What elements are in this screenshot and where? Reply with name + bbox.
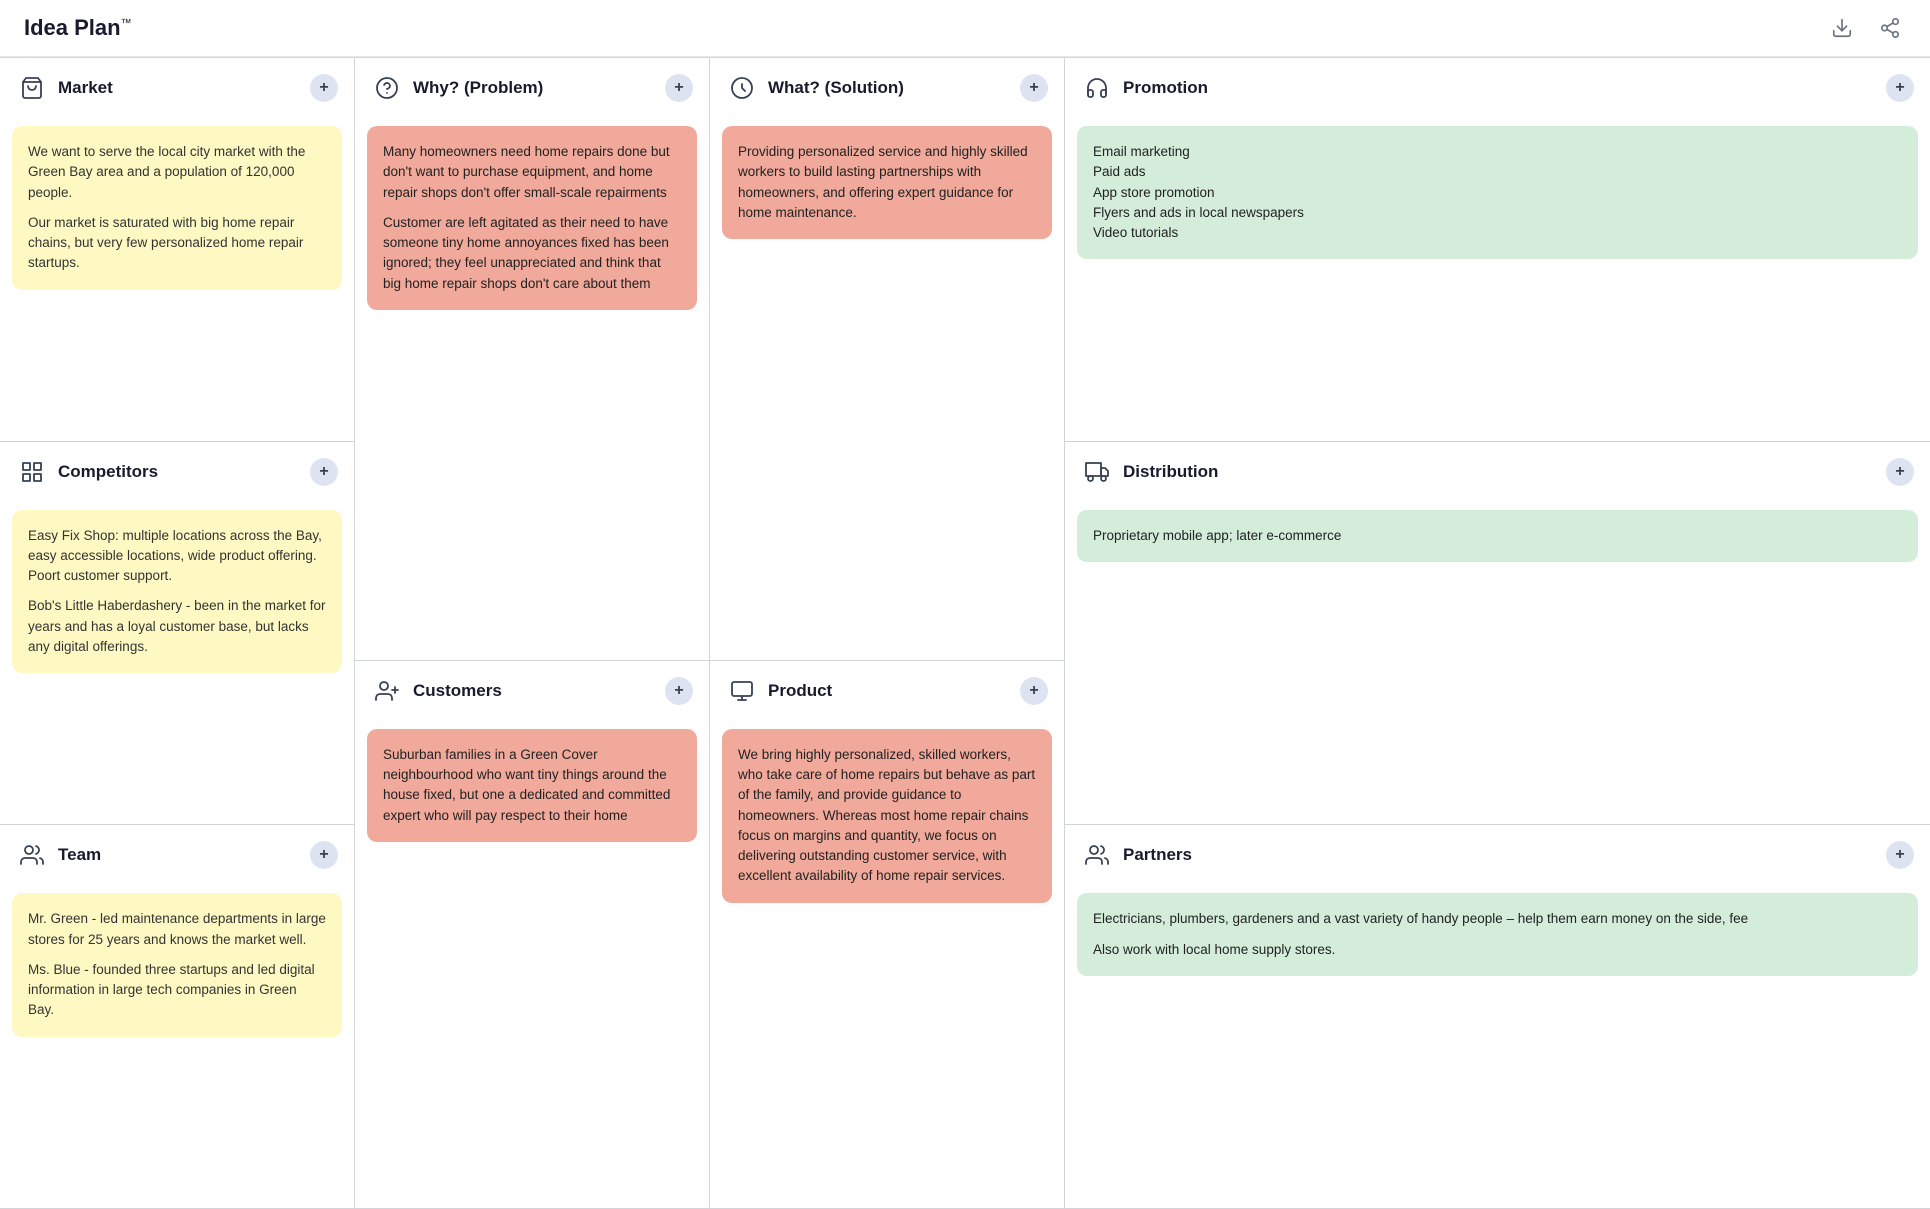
why-problem-card: Many homeowners need home repairs done b… (367, 126, 697, 310)
product-card: We bring highly personalized, skilled wo… (722, 729, 1052, 903)
market-title: Market (58, 78, 300, 98)
customers-icon (371, 675, 403, 707)
promotion-content: Email marketingPaid adsApp store promoti… (1065, 118, 1930, 441)
distribution-card: Proprietary mobile app; later e-commerce (1077, 510, 1918, 562)
column-right: Promotion + Email marketingPaid adsApp s… (1065, 58, 1930, 1209)
competitors-card: Easy Fix Shop: multiple locations across… (12, 510, 342, 674)
market-content: We want to serve the local city market w… (0, 118, 354, 441)
market-icon (16, 72, 48, 104)
promotion-add-button[interactable]: + (1886, 74, 1914, 102)
header-icons (1826, 12, 1906, 44)
partners-card: Electricians, plumbers, gardeners and a … (1077, 893, 1918, 976)
customers-title: Customers (413, 681, 655, 701)
promotion-icon (1081, 72, 1113, 104)
customers-card: Suburban families in a Green Cover neigh… (367, 729, 697, 842)
section-product: Product + We bring highly personalized, … (710, 661, 1064, 1209)
partners-content: Electricians, plumbers, gardeners and a … (1065, 885, 1930, 1208)
team-title: Team (58, 845, 300, 865)
what-solution-card: Providing personalized service and highl… (722, 126, 1052, 239)
why-problem-content: Many homeowners need home repairs done b… (355, 118, 709, 660)
column-middle-left: Why? (Problem) + Many homeowners need ho… (355, 58, 710, 1209)
section-what-solution: What? (Solution) + Providing personalize… (710, 58, 1064, 661)
section-market: Market + We want to serve the local city… (0, 58, 354, 442)
distribution-add-button[interactable]: + (1886, 458, 1914, 486)
section-partners: Partners + Electricians, plumbers, garde… (1065, 825, 1930, 1209)
competitors-content: Easy Fix Shop: multiple locations across… (0, 502, 354, 825)
team-icon (16, 839, 48, 871)
distribution-header: Distribution + (1065, 442, 1930, 502)
product-icon (726, 675, 758, 707)
section-promotion: Promotion + Email marketingPaid adsApp s… (1065, 58, 1930, 442)
section-why-problem: Why? (Problem) + Many homeowners need ho… (355, 58, 709, 661)
distribution-content: Proprietary mobile app; later e-commerce (1065, 502, 1930, 825)
share-button[interactable] (1874, 12, 1906, 44)
competitors-header: Competitors + (0, 442, 354, 502)
section-distribution: Distribution + Proprietary mobile app; l… (1065, 442, 1930, 826)
app-header: Idea Plan™ (0, 0, 1930, 57)
promotion-card: Email marketingPaid adsApp store promoti… (1077, 126, 1918, 259)
team-add-button[interactable]: + (310, 841, 338, 869)
team-content: Mr. Green - led maintenance departments … (0, 885, 354, 1208)
market-card: We want to serve the local city market w… (12, 126, 342, 290)
what-solution-title: What? (Solution) (768, 78, 1010, 98)
market-header: Market + (0, 58, 354, 118)
product-header: Product + (710, 661, 1064, 721)
product-title: Product (768, 681, 1010, 701)
customers-header: Customers + (355, 661, 709, 721)
partners-title: Partners (1123, 845, 1876, 865)
why-problem-add-button[interactable]: + (665, 74, 693, 102)
why-problem-icon (371, 72, 403, 104)
canvas: Market + We want to serve the local city… (0, 57, 1930, 1209)
promotion-header: Promotion + (1065, 58, 1930, 118)
team-card: Mr. Green - led maintenance departments … (12, 893, 342, 1036)
column-left: Market + We want to serve the local city… (0, 58, 355, 1209)
section-customers: Customers + Suburban families in a Green… (355, 661, 709, 1209)
partners-header: Partners + (1065, 825, 1930, 885)
distribution-icon (1081, 456, 1113, 488)
distribution-title: Distribution (1123, 462, 1876, 482)
what-solution-icon (726, 72, 758, 104)
partners-add-button[interactable]: + (1886, 841, 1914, 869)
product-add-button[interactable]: + (1020, 677, 1048, 705)
customers-add-button[interactable]: + (665, 677, 693, 705)
what-solution-header: What? (Solution) + (710, 58, 1064, 118)
section-competitors: Competitors + Easy Fix Shop: multiple lo… (0, 442, 354, 826)
competitors-add-button[interactable]: + (310, 458, 338, 486)
team-header: Team + (0, 825, 354, 885)
customers-content: Suburban families in a Green Cover neigh… (355, 721, 709, 1208)
why-problem-header: Why? (Problem) + (355, 58, 709, 118)
download-button[interactable] (1826, 12, 1858, 44)
what-solution-add-button[interactable]: + (1020, 74, 1048, 102)
partners-icon (1081, 839, 1113, 871)
column-middle-right: What? (Solution) + Providing personalize… (710, 58, 1065, 1209)
section-team: Team + Mr. Green - led maintenance depar… (0, 825, 354, 1209)
what-solution-content: Providing personalized service and highl… (710, 118, 1064, 660)
market-add-button[interactable]: + (310, 74, 338, 102)
competitors-title: Competitors (58, 462, 300, 482)
promotion-title: Promotion (1123, 78, 1876, 98)
product-content: We bring highly personalized, skilled wo… (710, 721, 1064, 1208)
app-title: Idea Plan™ (24, 15, 132, 41)
competitors-icon (16, 456, 48, 488)
why-problem-title: Why? (Problem) (413, 78, 655, 98)
